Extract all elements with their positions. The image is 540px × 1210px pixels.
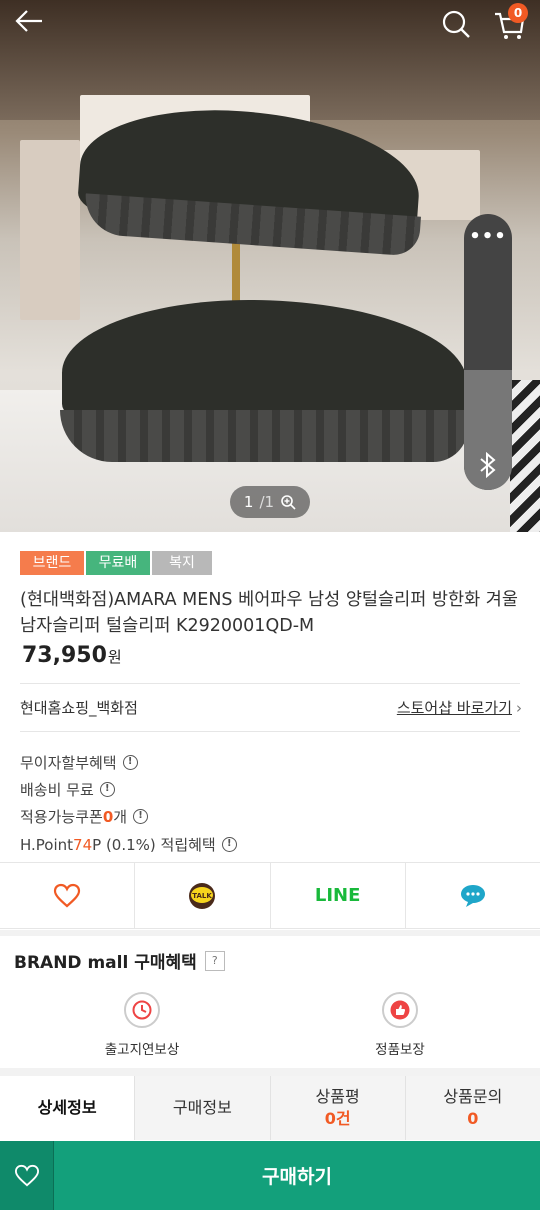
kakaotalk-share-button[interactable]: TALK [135,863,271,928]
store-shop-link[interactable]: 스토어샵 바로가기 › [397,697,522,718]
kakaotalk-icon: TALK [189,882,216,909]
tab-questions[interactable]: 상품문의 0 [406,1076,540,1140]
back-button[interactable] [14,8,50,38]
question-count: 0 [467,1109,479,1128]
store-link-label: 스토어샵 바로가기 [396,699,512,717]
clock-icon [132,1000,152,1020]
cart-count-badge: 0 [508,3,528,23]
price-unit: 원 [107,648,122,666]
tab-label: 상품문의 [443,1087,503,1106]
wishlist-share-button[interactable] [0,863,136,928]
badge-brand-mall: 브랜드몰 [20,551,84,595]
pager-current: 1 [243,493,254,511]
product-badges: 브랜드몰 무료배송 복지 [20,551,212,595]
share-row: TALK LINE [0,862,540,929]
authentic-guarantee-label: 정품보장 [375,1042,425,1058]
bluetooth-icon[interactable] [464,451,512,483]
pager-total: /1 [259,493,275,511]
brand-mall-label: BRAND mall 구매혜택 [14,953,197,973]
floating-side-panel[interactable]: ••• [464,214,512,490]
delivery-delay-label: 출고지연보상 [104,1042,180,1058]
info-icon[interactable]: ! [99,782,115,797]
gallery-pager[interactable]: 1/1 [230,486,310,518]
tab-label: 상품평 [315,1087,360,1106]
info-icon[interactable]: ! [122,755,138,770]
tab-label: 상세정보 [37,1098,97,1117]
message-share-button[interactable] [406,863,540,928]
tab-label: 구매정보 [172,1098,232,1117]
lower-slipper-sole [60,410,468,462]
svg-text:TALK: TALK [193,892,213,900]
thumbs-up-icon [390,1000,410,1020]
info-icon[interactable]: ! [221,837,237,852]
shipping-label: 배송비 무료 [20,781,94,799]
chat-bubble-icon [460,884,485,907]
brand-mall-title: BRAND mall 구매혜택? [14,948,225,973]
store-name: 현대홈쇼핑_백화점 [20,699,138,717]
background-shelf [20,140,80,320]
divider [20,731,520,732]
shipping-benefit[interactable]: 배송비 무료! [20,779,115,800]
product-price: 73,950원 [22,643,122,668]
heart-icon [14,1164,39,1186]
installment-benefit[interactable]: 무이자할부혜택! [20,752,138,773]
search-icon [442,10,470,38]
hpoint-benefit[interactable]: H.Point 74 P (0.1%) 적립혜택! [20,834,237,855]
authentic-guarantee-benefit[interactable] [382,992,418,1028]
badge-free-shipping: 무료배송 [86,551,150,595]
coupon-benefit[interactable]: 적용가능쿠폰 0 개! [20,806,149,827]
search-button[interactable] [440,8,472,40]
product-title: (현대백화점)AMARA MENS 베어파우 남성 양털슬리퍼 방한화 겨울 남… [20,590,518,636]
installment-label: 무이자할부혜택 [20,754,117,772]
coupon-count: 0 [102,807,114,826]
divider [20,683,520,684]
buy-button[interactable]: 구매하기 [54,1141,540,1210]
checkered-floor [510,380,540,532]
tab-detail-info[interactable]: 상세정보 [0,1076,136,1140]
section-gap [0,1068,540,1076]
arrow-left-icon [15,10,42,32]
price-value: 73,950 [22,643,107,668]
product-image[interactable]: 1/1 ••• [0,0,540,532]
coupon-prefix: 적용가능쿠폰 [20,808,103,826]
line-share-button[interactable]: LINE [271,863,406,928]
wishlist-button[interactable] [0,1141,54,1210]
badge-welfare: 복지 [152,551,212,575]
heart-icon [54,883,81,907]
chevron-right-icon: › [516,699,522,717]
hpoint-prefix: H.Point [20,835,74,854]
section-gap [0,930,540,936]
tab-reviews[interactable]: 상품평 0건 [271,1076,406,1140]
line-label: LINE [314,885,361,906]
tab-purchase-info[interactable]: 구매정보 [135,1076,271,1140]
coupon-suffix: 개 [113,808,128,826]
review-count: 0건 [324,1109,351,1128]
info-icon[interactable]: ! [133,809,149,824]
zoom-in-icon [281,495,296,510]
hpoint-value: 74 [73,835,93,854]
detail-tabs: 상세정보 구매정보 상품평 0건 상품문의 0 [0,1076,540,1140]
help-button[interactable]: ? [204,950,225,971]
bottom-action-bar: 구매하기 [0,1141,540,1210]
delivery-delay-benefit[interactable] [124,992,160,1028]
more-icon[interactable]: ••• [464,226,512,247]
hpoint-suffix: P (0.1%) 적립혜택 [92,836,216,854]
